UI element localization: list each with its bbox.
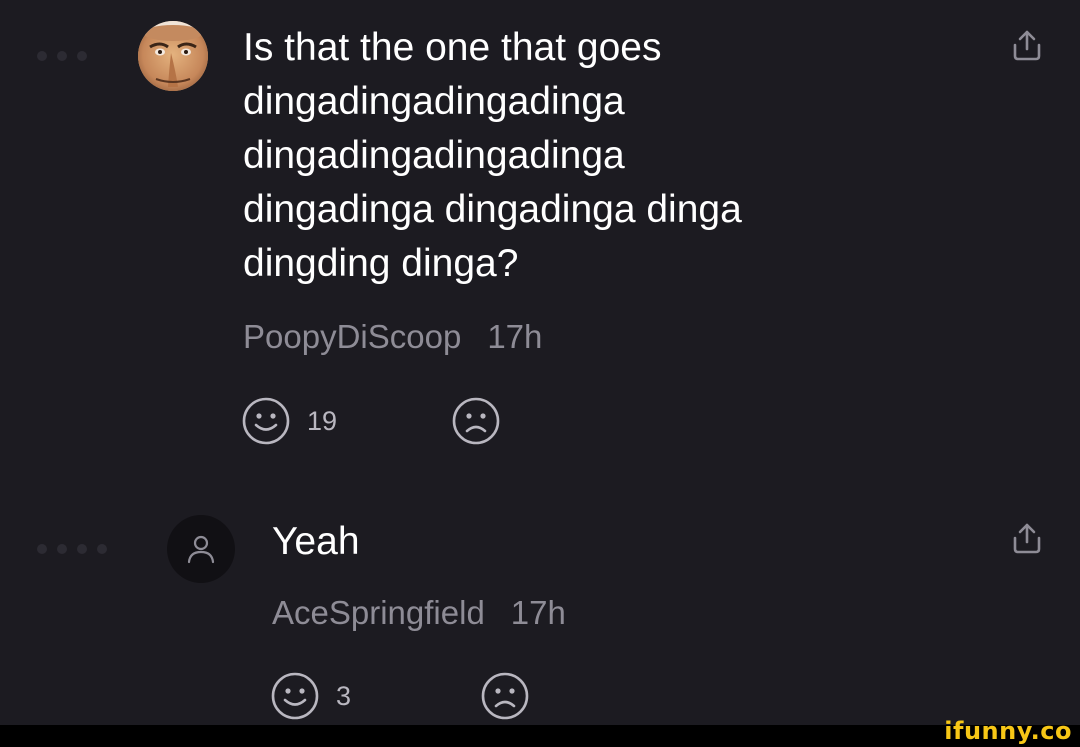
frown-reaction[interactable] bbox=[451, 396, 501, 446]
footer-strip bbox=[0, 725, 1080, 747]
gru-face-icon bbox=[138, 21, 208, 91]
frown-icon bbox=[481, 672, 529, 720]
smile-reaction[interactable]: 19 bbox=[241, 396, 337, 446]
ifunny-watermark: ifunny.co bbox=[944, 717, 1072, 745]
user-avatar[interactable] bbox=[167, 515, 235, 583]
frown-reaction[interactable] bbox=[480, 671, 530, 721]
comment-meta: AceSpringfield 17h bbox=[272, 594, 566, 632]
thread-dot bbox=[57, 544, 67, 554]
gru-face-avatar[interactable] bbox=[138, 21, 208, 91]
thread-dot bbox=[77, 544, 87, 554]
comment-text: Yeah bbox=[272, 520, 360, 563]
smile-icon bbox=[271, 672, 319, 720]
user-icon bbox=[187, 535, 215, 564]
like-count: 3 bbox=[336, 680, 352, 711]
like-count: 19 bbox=[307, 405, 338, 436]
thread-depth-dots bbox=[37, 51, 87, 61]
share-icon[interactable] bbox=[1010, 521, 1044, 555]
username[interactable]: AceSpringfield bbox=[272, 594, 485, 632]
frown-icon bbox=[452, 397, 500, 445]
thread-dot bbox=[57, 51, 67, 61]
comment-text: Is that the one that goes dingadingading… bbox=[243, 26, 742, 285]
thread-depth-dots bbox=[37, 544, 107, 554]
thread-dot bbox=[37, 51, 47, 61]
thread-dot bbox=[97, 544, 107, 554]
thread-dot bbox=[77, 51, 87, 61]
username[interactable]: PoopyDiScoop bbox=[243, 318, 461, 356]
thread-dot bbox=[37, 544, 47, 554]
share-icon[interactable] bbox=[1010, 28, 1044, 62]
comment-meta: PoopyDiScoop 17h bbox=[243, 318, 542, 356]
smile-reaction[interactable]: 3 bbox=[270, 671, 351, 721]
smile-icon bbox=[242, 397, 290, 445]
timestamp: 17h bbox=[510, 594, 566, 631]
timestamp: 17h bbox=[487, 318, 543, 355]
